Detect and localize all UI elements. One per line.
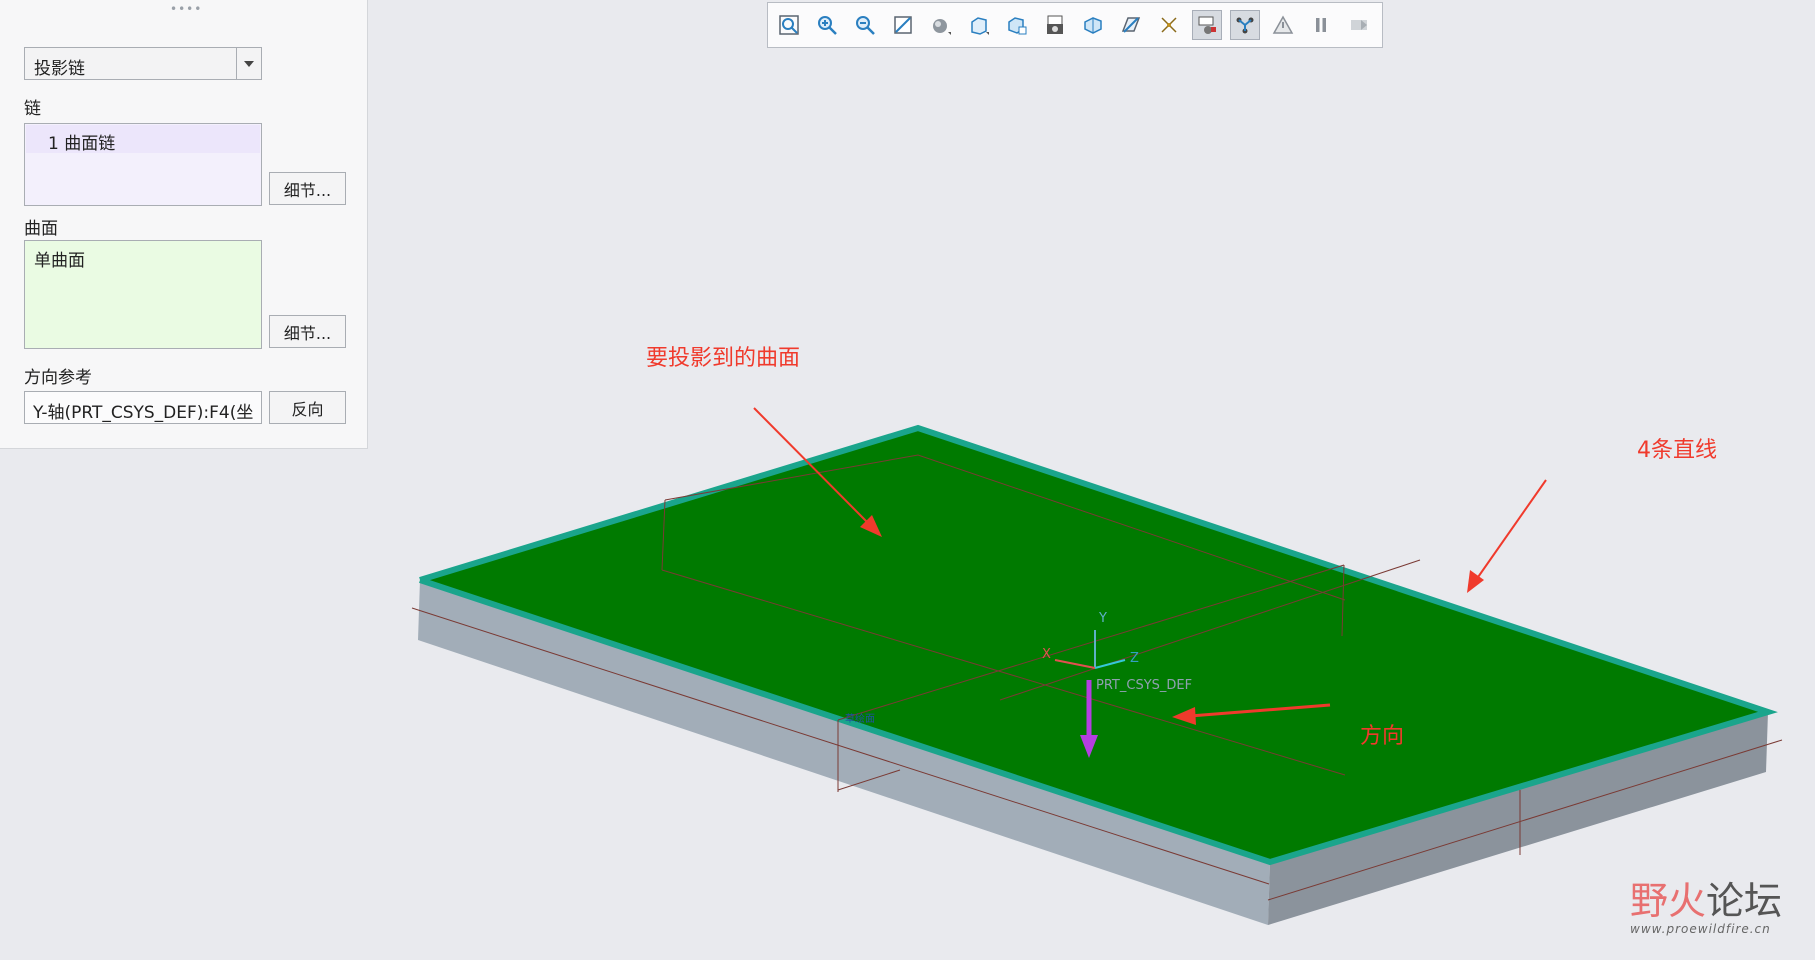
surface-item-label: 单曲面: [34, 251, 85, 271]
warning-display-icon[interactable]: [1268, 10, 1298, 40]
direction-reference-label: 方向参考: [24, 368, 92, 388]
chain-item-label: 1 曲面链: [48, 134, 116, 154]
direction-reference-value: Y-轴(PRT_CSYS_DEF):F4(坐: [33, 403, 254, 423]
chain-details-button[interactable]: 细节...: [269, 172, 346, 205]
axis-y-label: Y: [1099, 611, 1107, 626]
annotation-lines: 4条直线: [1637, 438, 1717, 463]
list-item[interactable]: 1 曲面链: [26, 125, 260, 154]
perspective-icon[interactable]: [1078, 10, 1108, 40]
surface-label: 曲面: [24, 219, 58, 239]
datum-display-icon[interactable]: [1154, 10, 1184, 40]
annotation-surface: 要投影到的曲面: [646, 346, 801, 371]
view-toolbar: [767, 2, 1383, 48]
pause-icon[interactable]: [1306, 10, 1336, 40]
watermark-forum: 论坛: [1706, 879, 1783, 923]
refit-icon[interactable]: [774, 10, 804, 40]
forum-watermark: 野火论坛 www.proewildfire.cn: [1630, 880, 1805, 936]
panel-grip[interactable]: ••••: [170, 2, 202, 16]
section-icon[interactable]: [1116, 10, 1146, 40]
chain-list[interactable]: 1 曲面链: [24, 123, 262, 206]
csys-label: PRT_CSYS_DEF: [1096, 678, 1193, 693]
appearance-icon[interactable]: [1230, 10, 1260, 40]
sketch-plane-label: 草绘面: [845, 714, 875, 725]
axis-x-label: X: [1042, 647, 1051, 662]
axis-z-label: Z: [1130, 651, 1139, 666]
watermark-wildfire: 野火: [1630, 879, 1707, 923]
next-icon[interactable]: [1344, 10, 1374, 40]
surface-collector[interactable]: 单曲面: [24, 240, 262, 349]
chain-label: 链: [24, 99, 41, 119]
saved-views-icon[interactable]: [1002, 10, 1032, 40]
annotation-display-icon[interactable]: [1192, 10, 1222, 40]
annotation-arrow-lines: [1467, 479, 1547, 593]
chain-type-select[interactable]: 投影链: [24, 47, 262, 80]
view-manager-icon[interactable]: [1040, 10, 1070, 40]
zoom-out-icon[interactable]: [850, 10, 880, 40]
projected-chain-panel: •••• 投影链 链 1 曲面链 细节... 曲面 单曲面 细节... 方向参考…: [0, 0, 368, 449]
watermark-url: www.proewildfire.cn: [1630, 922, 1771, 936]
repaint-icon[interactable]: [888, 10, 918, 40]
chevron-down-icon[interactable]: [236, 48, 261, 79]
surface-details-button[interactable]: 细节...: [269, 315, 346, 348]
chain-type-value: 投影链: [34, 59, 85, 79]
display-style-icon[interactable]: [964, 10, 994, 40]
direction-reference-field[interactable]: Y-轴(PRT_CSYS_DEF):F4(坐: [24, 391, 262, 424]
annotation-direction: 方向: [1360, 724, 1405, 749]
reverse-button[interactable]: 反向: [269, 391, 346, 424]
shading-icon[interactable]: [926, 10, 956, 40]
zoom-in-icon[interactable]: [812, 10, 842, 40]
